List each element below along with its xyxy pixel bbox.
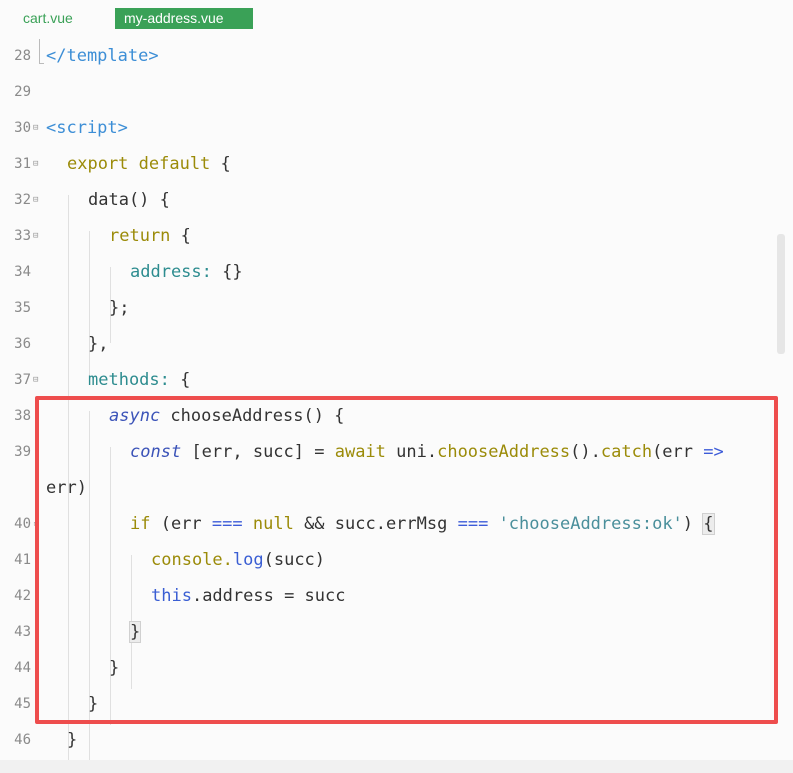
bottom-bar [0,760,793,773]
code-line: 31 ⊟ export default { [0,147,793,183]
line-number: 43 [14,624,31,640]
code-text: } [67,730,78,750]
line-number: 36 [14,336,31,352]
tab-cart-vue[interactable]: cart.vue [14,8,82,29]
line-number: 30 [14,120,31,136]
code-text: return { [109,226,191,246]
code-text: <script> [46,118,128,138]
code-rest: { [169,370,191,390]
line-number: 29 [14,84,31,100]
code-line: 30 ⊟ <script> [0,111,793,147]
tab-bar: cart.vue my-address.vue [0,0,793,36]
fold-toggle-icon[interactable]: ⊟ [33,124,38,133]
code-line: 34 address: {} [0,255,793,291]
red-highlight-annotation [35,396,778,724]
line-number: 42 [14,588,31,604]
code-line: 35 }; [0,291,793,327]
line-number: 34 [14,264,31,280]
code-line: 46 } [0,723,793,759]
code-rest: { [210,154,231,174]
line-number: 45 [14,696,31,712]
property: methods: [88,370,170,390]
fold-toggle-icon[interactable]: ⊟ [33,196,38,205]
tab-my-address-vue[interactable]: my-address.vue [115,8,253,29]
line-number: 46 [14,732,31,748]
code-line: 32 ⊟ data() { [0,183,793,219]
fold-toggle-icon[interactable]: ⊟ [33,232,38,241]
fold-toggle-icon[interactable]: ⊟ [33,160,38,169]
code-text: methods: { [88,370,190,390]
line-number: 31 [14,156,31,172]
code-line: 36 }, [0,327,793,363]
keyword: return [109,226,171,246]
vertical-scrollbar[interactable] [777,234,785,354]
code-line: 29 [0,75,793,111]
code-text: }; [109,298,130,318]
code-rest: { [170,226,191,246]
line-number: 40 [14,516,31,532]
line-number: 41 [14,552,31,568]
code-line: 28 </template> [0,39,793,75]
code-line: 33 ⊟ return { [0,219,793,255]
line-number: 39 [14,444,31,460]
code-rest: {} [211,262,243,282]
line-number: 37 [14,372,31,388]
line-number: 32 [14,192,31,208]
line-number: 44 [14,660,31,676]
line-number: 38 [14,408,31,424]
property: address: [130,262,212,282]
code-text: export default { [67,154,231,174]
code-text: </template> [46,46,159,66]
keyword: export default [67,154,211,174]
code-line: 37 ⊟ methods: { [0,363,793,399]
code-text: data() { [88,190,170,210]
line-number: 35 [14,300,31,316]
line-number: 28 [14,48,31,64]
line-number: 33 [14,228,31,244]
code-text: }, [88,334,109,354]
fold-toggle-icon[interactable]: ⊟ [33,376,38,385]
code-text: address: {} [130,262,243,282]
